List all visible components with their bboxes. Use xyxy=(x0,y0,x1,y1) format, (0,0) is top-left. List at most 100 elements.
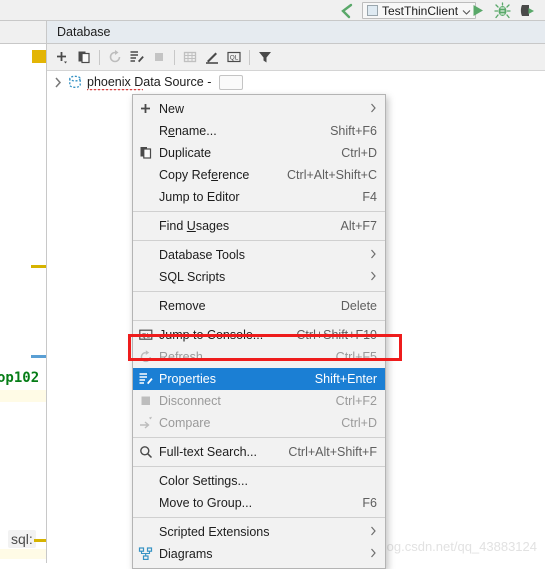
no-icon xyxy=(137,495,155,511)
no-icon xyxy=(137,524,155,540)
compare-icon xyxy=(137,415,155,431)
add-data-source-button[interactable] xyxy=(51,46,73,68)
toolbar-separator xyxy=(99,49,100,65)
gutter-highlight-band xyxy=(0,390,47,402)
chevron-right-icon xyxy=(370,526,377,538)
menu-item-shortcut: Ctrl+D xyxy=(341,146,377,160)
menu-item-shortcut: Ctrl+F5 xyxy=(335,350,377,364)
run-configuration-selector[interactable]: TestThinClient xyxy=(362,2,477,19)
menu-item-diagrams[interactable]: Diagrams xyxy=(133,543,385,565)
no-icon xyxy=(137,298,155,314)
refresh-icon xyxy=(137,349,155,365)
menu-item-move-to-group[interactable]: Move to Group... F6 xyxy=(133,492,385,514)
no-icon xyxy=(137,218,155,234)
toolbar-separator xyxy=(249,49,250,65)
menu-item-properties[interactable]: Properties Shift+Enter xyxy=(133,368,385,390)
menu-item-shortcut: Alt+F7 xyxy=(340,219,377,233)
menu-separator xyxy=(133,291,385,292)
menu-item-rename[interactable]: Rename... Shift+F6 xyxy=(133,120,385,142)
menu-item-new[interactable]: New xyxy=(133,98,385,120)
debug-button[interactable] xyxy=(494,2,511,19)
refresh-button[interactable] xyxy=(104,46,126,68)
plus-icon xyxy=(137,101,155,117)
database-title-bar: Database xyxy=(47,21,545,44)
copy-icon xyxy=(137,145,155,161)
menu-item-label: Color Settings... xyxy=(159,474,248,488)
menu-item-jump-to-console[interactable]: QL Jump to Console... Ctrl+Shift+F10 xyxy=(133,324,385,346)
data-source-icon xyxy=(67,74,83,90)
open-table-editor-button[interactable] xyxy=(179,46,201,68)
tree-item-label: phoenix Data Source - xyxy=(87,75,212,92)
menu-item-label: Jump to Editor xyxy=(159,190,240,204)
menu-item-shortcut: Ctrl+Alt+Shift+F xyxy=(288,445,377,459)
stop-button[interactable] xyxy=(148,46,170,68)
menu-item-label: Duplicate xyxy=(159,146,212,160)
menu-item-color-settings[interactable]: Color Settings... xyxy=(133,470,385,492)
gutter-highlight-band-2 xyxy=(0,549,47,559)
no-icon xyxy=(137,189,155,205)
menu-item-label: Database Tools xyxy=(159,248,245,262)
menu-separator xyxy=(133,211,385,212)
menu-item-label: Refresh xyxy=(159,350,203,364)
menu-separator xyxy=(133,466,385,467)
menu-item-remove[interactable]: Remove Delete xyxy=(133,295,385,317)
menu-item-sql-scripts[interactable]: SQL Scripts xyxy=(133,266,385,288)
properties-button[interactable] xyxy=(126,46,148,68)
diagram-icon xyxy=(137,546,155,562)
run-with-coverage-button[interactable] xyxy=(519,2,536,19)
menu-item-scripted-extensions[interactable]: Scripted Extensions xyxy=(133,521,385,543)
chevron-right-icon xyxy=(370,249,377,261)
chevron-right-icon xyxy=(370,271,377,283)
menu-item-shortcut: Ctrl+F2 xyxy=(335,394,377,408)
no-icon xyxy=(137,247,155,263)
menu-separator xyxy=(133,320,385,321)
menu-item-label: Rename... xyxy=(159,124,217,138)
gutter-header xyxy=(0,21,47,44)
svg-text:QL: QL xyxy=(142,332,151,339)
menu-item-duplicate[interactable]: Duplicate Ctrl+D xyxy=(133,142,385,164)
tree-item-badge xyxy=(219,74,244,90)
menu-item-copy-reference[interactable]: Copy Reference Ctrl+Alt+Shift+C xyxy=(133,164,385,186)
jump-to-query-console-button[interactable]: QL xyxy=(223,46,245,68)
code-fragment-identifier: op102 xyxy=(0,370,40,386)
gutter-stripe-warning xyxy=(31,265,46,268)
filter-button[interactable] xyxy=(254,46,276,68)
menu-item-full-text-search[interactable]: Full-text Search... Ctrl+Alt+Shift+F xyxy=(133,441,385,463)
tree-row[interactable]: phoenix Data Source - xyxy=(47,71,545,93)
duplicate-button[interactable] xyxy=(73,46,95,68)
menu-item-disconnect: Disconnect Ctrl+F2 xyxy=(133,390,385,412)
no-icon xyxy=(137,269,155,285)
menu-item-shortcut: F4 xyxy=(362,190,377,204)
menu-item-database-tools[interactable]: Database Tools xyxy=(133,244,385,266)
back-arrow-icon[interactable] xyxy=(337,2,357,19)
menu-item-shortcut: Ctrl+D xyxy=(341,416,377,430)
editor-gutter: op102 sql: xyxy=(0,21,48,563)
menu-separator xyxy=(133,240,385,241)
no-icon xyxy=(137,123,155,139)
stop-icon xyxy=(137,393,155,409)
context-menu: New Rename... Shift+F6 Duplicate Ctrl+D Copy … xyxy=(132,94,386,569)
menu-item-label: SQL Scripts xyxy=(159,270,226,284)
menu-item-shortcut: Ctrl+Shift+F10 xyxy=(296,328,377,342)
chevron-right-icon[interactable] xyxy=(51,75,65,89)
no-icon xyxy=(137,167,155,183)
menu-item-label: Copy Reference xyxy=(159,168,250,182)
menu-item-shortcut: Ctrl+Alt+Shift+C xyxy=(287,168,377,182)
menu-item-find-usages[interactable]: Find Usages Alt+F7 xyxy=(133,215,385,237)
chevron-right-icon xyxy=(370,548,377,560)
gutter-marker-yellow xyxy=(32,50,46,63)
tree-item-text: phoenix Data Source - xyxy=(87,75,212,89)
menu-item-label: Move to Group... xyxy=(159,496,253,510)
toolbar-separator xyxy=(174,49,175,65)
code-fragment-sql-label: sql: xyxy=(8,530,36,548)
ql-icon: QL xyxy=(137,327,155,343)
menu-separator xyxy=(133,437,385,438)
menu-item-label: Properties xyxy=(159,372,216,386)
modify-object-button[interactable] xyxy=(201,46,223,68)
no-icon xyxy=(137,473,155,489)
run-button[interactable] xyxy=(469,2,486,19)
search-icon xyxy=(137,444,155,460)
menu-separator xyxy=(133,517,385,518)
run-configuration-icon xyxy=(367,5,378,16)
menu-item-jump-to-editor[interactable]: Jump to Editor F4 xyxy=(133,186,385,208)
